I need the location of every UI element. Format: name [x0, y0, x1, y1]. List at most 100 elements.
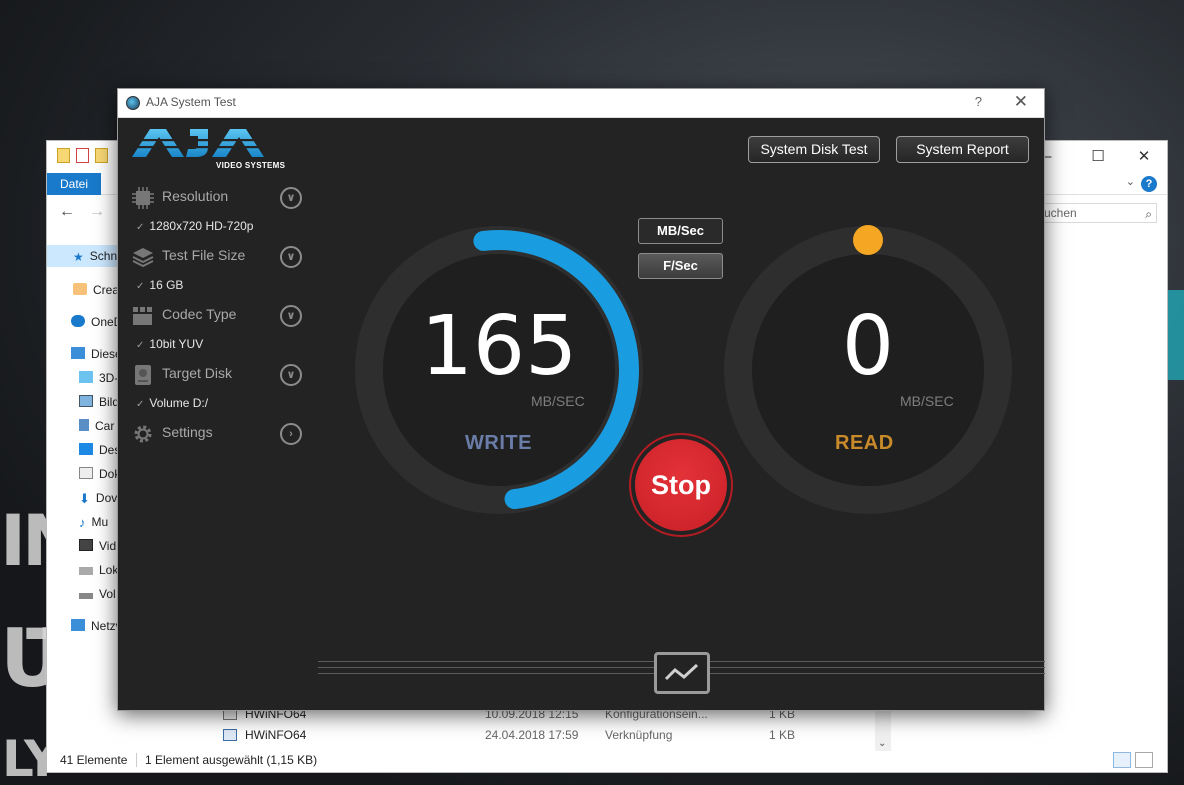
network-icon — [71, 619, 85, 631]
sidebar-item-videos[interactable]: Vid — [79, 535, 116, 557]
sidebar-item-label: Car — [95, 419, 115, 433]
checkmark-icon: ✓ — [136, 340, 145, 351]
sidebar-item-desktop[interactable]: Des — [79, 439, 120, 461]
chevron-right-icon[interactable]: › — [280, 423, 302, 445]
sidebar-item-onedrive[interactable]: OneD — [71, 311, 122, 333]
graph-toggle-button[interactable] — [654, 652, 710, 694]
aja-titlebar[interactable]: AJA System Test ? ✕ — [118, 89, 1044, 118]
gear-icon — [134, 425, 152, 443]
write-unit: MB/SEC — [531, 393, 585, 409]
f-sec-button[interactable]: F/Sec — [638, 253, 723, 279]
status-bar: 41 Elemente 1 Element ausgewählt (1,15 K… — [47, 748, 1167, 772]
settings-menu[interactable]: Settings › — [132, 421, 302, 447]
chevron-down-icon[interactable]: ⌄ — [1126, 175, 1135, 188]
maximize-button[interactable]: ☐ — [1075, 145, 1121, 169]
help-button[interactable]: ? — [975, 94, 982, 109]
window-title: AJA System Test — [146, 95, 236, 109]
resolution-value-text: 1280x720 HD-720p — [149, 219, 254, 233]
target-disk-value: ✓ Volume D:/ — [136, 396, 208, 410]
layers-icon — [132, 248, 154, 268]
write-speed-value: 165 — [420, 299, 578, 394]
back-arrow-icon[interactable]: ← — [59, 203, 75, 221]
app-icon — [126, 96, 140, 110]
resolution-menu[interactable]: Resolution ∨ — [132, 185, 302, 211]
target-disk-menu[interactable]: Target Disk ∨ — [132, 362, 302, 388]
sidebar-item-local-disk[interactable]: Lok — [79, 559, 118, 581]
resolution-value: ✓ 1280x720 HD-720p — [136, 219, 253, 233]
search-icon[interactable]: ⌕ — [1145, 205, 1152, 223]
search-placeholder: uchen — [1044, 206, 1077, 220]
music-icon: ♪ — [79, 515, 86, 530]
sidebar-item-this-pc[interactable]: Diese — [71, 343, 122, 365]
system-disk-test-button[interactable]: System Disk Test — [748, 136, 880, 163]
close-button[interactable]: ✕ — [1121, 145, 1167, 169]
creative-cloud-icon — [73, 283, 87, 295]
folder-icon[interactable] — [57, 148, 70, 163]
codec-type-value: ✓ 10bit YUV — [136, 337, 203, 351]
settings-label: Settings — [162, 424, 213, 440]
selection-info: 1 Element ausgewählt (1,15 KB) — [145, 753, 318, 767]
forward-arrow-icon[interactable]: → — [89, 203, 105, 221]
disk-icon — [135, 365, 151, 385]
chevron-down-icon[interactable]: ∨ — [280, 187, 302, 209]
sidebar-item-quick-access[interactable]: ★ Schn — [47, 245, 121, 267]
computer-icon — [71, 347, 85, 359]
properties-icon[interactable] — [76, 148, 89, 163]
target-disk-value-text: Volume D:/ — [149, 396, 209, 410]
checkmark-icon: ✓ — [136, 399, 145, 410]
stop-button-label: Stop — [635, 439, 727, 531]
sidebar-item-downloads[interactable]: ⬇ Dov — [79, 487, 117, 509]
read-label: READ — [835, 432, 894, 454]
codec-type-menu[interactable]: Codec Type ∨ — [132, 303, 302, 329]
help-icon[interactable]: ? — [1141, 176, 1157, 192]
view-toggle — [1113, 752, 1153, 768]
chip-icon — [132, 187, 154, 209]
sidebar-item-3d-objects[interactable]: 3D- — [79, 367, 118, 389]
shortcut-icon — [223, 729, 237, 741]
sidebar-item-documents[interactable]: Dok — [79, 463, 120, 485]
chevron-down-icon[interactable]: ∨ — [280, 305, 302, 327]
sidebar-item-creative-cloud[interactable]: Creat — [73, 279, 122, 301]
file-tab[interactable]: Datei — [47, 173, 101, 195]
sidebar-item-network[interactable]: Netzv — [71, 615, 122, 637]
sidebar-item-label: Dov — [95, 491, 118, 505]
tiles-view-icon[interactable] — [1135, 752, 1153, 768]
file-date: 24.04.2018 17:59 — [485, 728, 579, 742]
new-folder-icon[interactable] — [95, 148, 108, 163]
aja-system-test-window[interactable]: AJA System Test ? ✕ VIDEO SYSTEMS System… — [117, 88, 1045, 711]
sidebar-item-camera[interactable]: Car — [79, 415, 114, 437]
star-icon: ★ — [73, 250, 84, 264]
sidebar-item-label: Bild — [99, 395, 120, 409]
sidebar-item-label: Lok — [99, 563, 119, 577]
file-name: HWiNFO64 — [245, 728, 307, 742]
chevron-down-icon[interactable]: ∨ — [280, 246, 302, 268]
local-disk-icon — [79, 567, 93, 575]
test-file-size-menu[interactable]: Test File Size ∨ — [132, 244, 302, 270]
system-report-button[interactable]: System Report — [896, 136, 1029, 163]
file-size: 1 KB — [769, 728, 796, 742]
codec-type-label: Codec Type — [162, 306, 237, 322]
onedrive-icon — [71, 315, 85, 327]
downloads-icon: ⬇ — [79, 491, 90, 506]
quick-access-toolbar — [57, 148, 108, 163]
sidebar-item-label: Schn — [89, 249, 118, 263]
sidebar-item-label: 3D- — [99, 371, 119, 385]
videos-icon — [79, 539, 93, 551]
sidebar-item-volume[interactable]: Vol — [79, 583, 116, 605]
details-view-icon[interactable] — [1113, 752, 1131, 768]
test-file-size-value-text: 16 GB — [149, 278, 184, 292]
close-button[interactable]: ✕ — [1014, 92, 1028, 112]
write-label: WRITE — [465, 432, 532, 454]
chevron-down-icon[interactable]: ∨ — [280, 364, 302, 386]
logo-subtitle: VIDEO SYSTEMS — [216, 161, 286, 170]
status-divider — [136, 753, 137, 767]
test-file-size-label: Test File Size — [162, 247, 246, 263]
sidebar-item-music[interactable]: ♪ Mu — [79, 511, 108, 533]
file-row[interactable]: HWiNFO64 24.04.2018 17:59 Verknüpfung 1 … — [223, 725, 843, 745]
sidebar-item-pictures[interactable]: Bild — [79, 391, 119, 413]
checkmark-icon: ✓ — [136, 222, 145, 233]
pictures-icon — [79, 395, 93, 407]
mb-sec-button[interactable]: MB/Sec — [638, 218, 723, 244]
read-speed-value: 0 — [841, 299, 895, 394]
search-input[interactable]: uchen ⌕ — [1039, 203, 1157, 223]
